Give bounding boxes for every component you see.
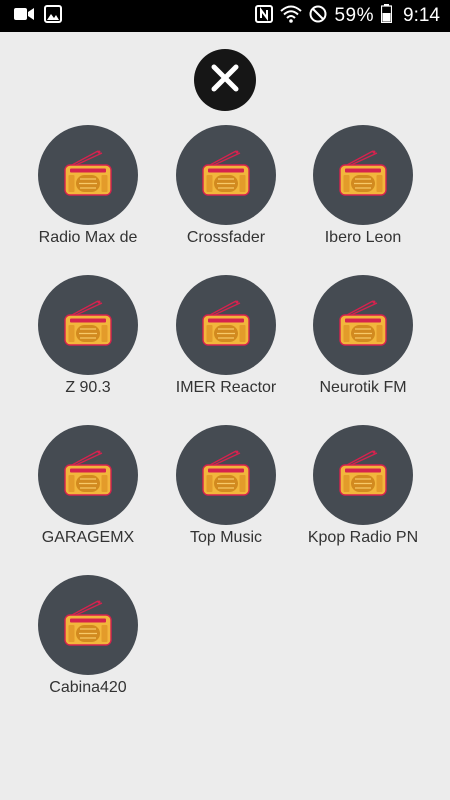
battery-percent: 59% — [334, 5, 375, 26]
station-logo — [313, 275, 413, 375]
station-name: Top Music — [189, 529, 263, 546]
radio-icon — [200, 449, 252, 501]
station-name: Ibero Leon — [324, 229, 402, 246]
station-name: GARAGEMX — [41, 529, 135, 546]
station-item[interactable]: GARAGEMX — [19, 425, 157, 565]
station-name: Radio Max de — [38, 229, 138, 246]
station-logo — [38, 275, 138, 375]
radio-icon — [337, 449, 389, 501]
station-item[interactable]: Ibero Leon — [294, 125, 432, 265]
wifi-icon — [280, 5, 303, 28]
clock: 9:14 — [403, 5, 440, 26]
station-name: Neurotik FM — [319, 379, 407, 396]
battery-icon — [380, 4, 393, 28]
status-bar-right: 59% 9:14 — [255, 4, 440, 28]
station-item[interactable]: Crossfader — [157, 125, 295, 265]
station-logo — [38, 575, 138, 675]
do-not-disturb-icon — [309, 5, 327, 28]
close-button[interactable] — [194, 49, 256, 111]
station-item[interactable]: Cabina420 — [19, 575, 157, 715]
station-item[interactable]: Kpop Radio PN — [294, 425, 432, 565]
station-name: Z 90.3 — [65, 379, 111, 396]
status-bar-left — [14, 4, 62, 28]
station-item[interactable]: Z 90.3 — [19, 275, 157, 415]
status-bar: 59% 9:14 — [0, 0, 450, 32]
station-logo — [313, 125, 413, 225]
radio-icon — [200, 149, 252, 201]
nfc-icon — [255, 4, 274, 28]
radio-icon — [200, 299, 252, 351]
radio-icon — [62, 149, 114, 201]
gallery-icon — [44, 4, 62, 28]
station-name: Kpop Radio PN — [307, 529, 419, 546]
station-logo — [38, 125, 138, 225]
station-item[interactable]: Radio Max de — [19, 125, 157, 265]
station-name: Crossfader — [186, 229, 266, 246]
station-logo — [313, 425, 413, 525]
close-icon — [210, 63, 240, 98]
station-logo — [176, 275, 276, 375]
station-logo — [176, 425, 276, 525]
station-item[interactable]: Neurotik FM — [294, 275, 432, 415]
radio-icon — [62, 299, 114, 351]
station-logo — [38, 425, 138, 525]
station-logo — [176, 125, 276, 225]
station-item[interactable]: Top Music — [157, 425, 295, 565]
radio-icon — [62, 599, 114, 651]
radio-icon — [337, 299, 389, 351]
video-camera-icon — [14, 7, 34, 26]
station-item[interactable]: IMER Reactor — [157, 275, 295, 415]
radio-icon — [337, 149, 389, 201]
radio-icon — [62, 449, 114, 501]
station-name: IMER Reactor — [175, 379, 277, 396]
station-name: Cabina420 — [49, 679, 127, 696]
